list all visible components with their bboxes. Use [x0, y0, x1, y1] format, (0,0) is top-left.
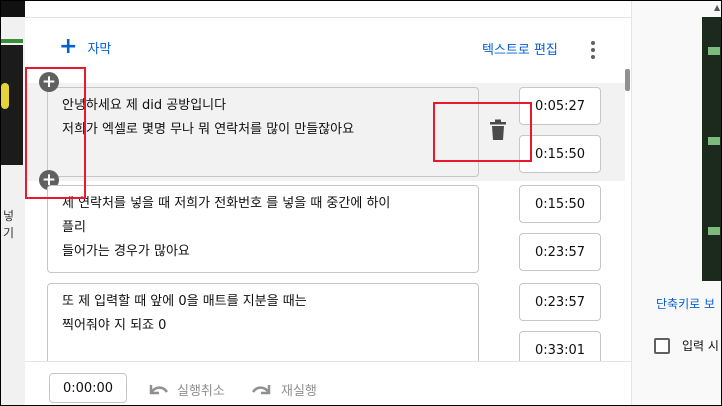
caption-line: 저희가 엑셀로 몇명 무나 뭐 연락처를 많이 만들잖아요 [62, 122, 355, 137]
caption-text-field[interactable]: 제 연락처를 넣을 때 저희가 전화번호 를 넣을 때 중간에 하이 플리 들어… [47, 185, 479, 273]
caption-text-field[interactable]: 안녕하세요 제 did 공방입니다 저희가 엑셀로 몇명 무나 뭐 연락처를 많… [47, 87, 479, 177]
caption-line: 안녕하세요 제 did 공방입니다 [62, 98, 227, 113]
top-divider [25, 17, 631, 18]
checkbox-label: 입력 시 [682, 339, 719, 353]
edit-as-text-button[interactable]: 텍스트로 편집 [482, 39, 558, 58]
add-subtitle-button[interactable]: + 자막 [59, 34, 112, 59]
background-header [1, 1, 25, 17]
undo-button[interactable]: 실행취소 [147, 380, 225, 399]
caption-line: 또 제 입력할 때 앞에 0을 매트를 지분을 때는 [62, 294, 307, 309]
caption-end-time[interactable]: 0:33:01 [519, 331, 601, 361]
video-preview-mark [708, 227, 720, 235]
caption-row: 또 제 입력할 때 앞에 0을 매트를 지분을 때는 찍어줘야 지 되죠 0 0… [25, 283, 625, 361]
caption-line: 제 연락처를 넣을 때 저희가 전화번호 를 넣을 때 중간에 하이 [62, 196, 391, 211]
caption-end-time[interactable]: 0:23:57 [519, 233, 601, 271]
caption-text-field[interactable]: 또 제 입력할 때 앞에 0을 매트를 지분을 때는 찍어줘야 지 되죠 0 [47, 283, 479, 361]
background-text: 넣기 [3, 209, 15, 240]
more-options-icon[interactable] [585, 41, 601, 59]
shortcut-link[interactable]: 단축키로 보 [656, 295, 715, 312]
subtitle-editor-panel: + 자막 텍스트로 편집 안녕하세요 제 did 공방입니다 저희가 엑셀로 몇… [25, 1, 631, 405]
right-side-panel: ▲ 단축키로 보 입력 시 [631, 1, 721, 405]
caption-line: 플리 [62, 220, 86, 235]
plus-icon: + [59, 34, 78, 59]
undo-label: 실행취소 [177, 384, 225, 399]
caption-row: 안녕하세요 제 did 공방입니다 저희가 엑셀로 몇명 무나 뭐 연락처를 많… [25, 72, 625, 190]
redo-icon [251, 384, 271, 394]
trash-icon[interactable] [489, 119, 507, 141]
caption-start-time[interactable]: 0:23:57 [519, 283, 601, 321]
caption-end-time[interactable]: 0:15:50 [519, 135, 601, 173]
caption-start-time[interactable]: 0:15:50 [519, 185, 601, 223]
undo-icon [149, 384, 169, 394]
caption-row: 제 연락처를 넣을 때 저희가 전화번호 를 넣을 때 중간에 하이 플리 들어… [25, 185, 625, 275]
caption-line: 찍어줘야 지 되죠 0 [62, 318, 167, 333]
insert-above-icon[interactable]: + [39, 72, 59, 92]
video-preview-mark [708, 137, 720, 145]
app-window: 넣기 + 자막 텍스트로 편집 안녕하세요 제 did 공방입니다 저희가 엑셀… [0, 0, 722, 406]
current-time-input[interactable]: 0:00:00 [49, 373, 127, 403]
scrollbar-thumb[interactable] [625, 69, 630, 91]
caption-start-time[interactable]: 0:05:27 [519, 87, 601, 125]
video-preview-mark [708, 47, 720, 55]
caption-list: 안녕하세요 제 did 공방입니다 저희가 엑셀로 몇명 무나 뭐 연락처를 많… [25, 63, 631, 361]
editor-header: + 자막 텍스트로 편집 [25, 29, 625, 65]
video-preview[interactable] [702, 17, 721, 281]
background-green-bar [1, 39, 23, 43]
editor-footer: 0:00:00 실행취소 재실행 [25, 361, 631, 405]
redo-button[interactable]: 재실행 [251, 380, 317, 399]
background-yellow-mark [1, 83, 9, 109]
redo-label: 재실행 [281, 384, 317, 399]
caption-line: 들어가는 경우가 많아요 [62, 244, 190, 259]
scroll-up-icon[interactable]: ▲ [714, 3, 720, 12]
background-page-strip: 넣기 [1, 1, 25, 405]
pause-while-typing-checkbox[interactable] [654, 338, 670, 354]
add-subtitle-label: 자막 [87, 41, 112, 57]
